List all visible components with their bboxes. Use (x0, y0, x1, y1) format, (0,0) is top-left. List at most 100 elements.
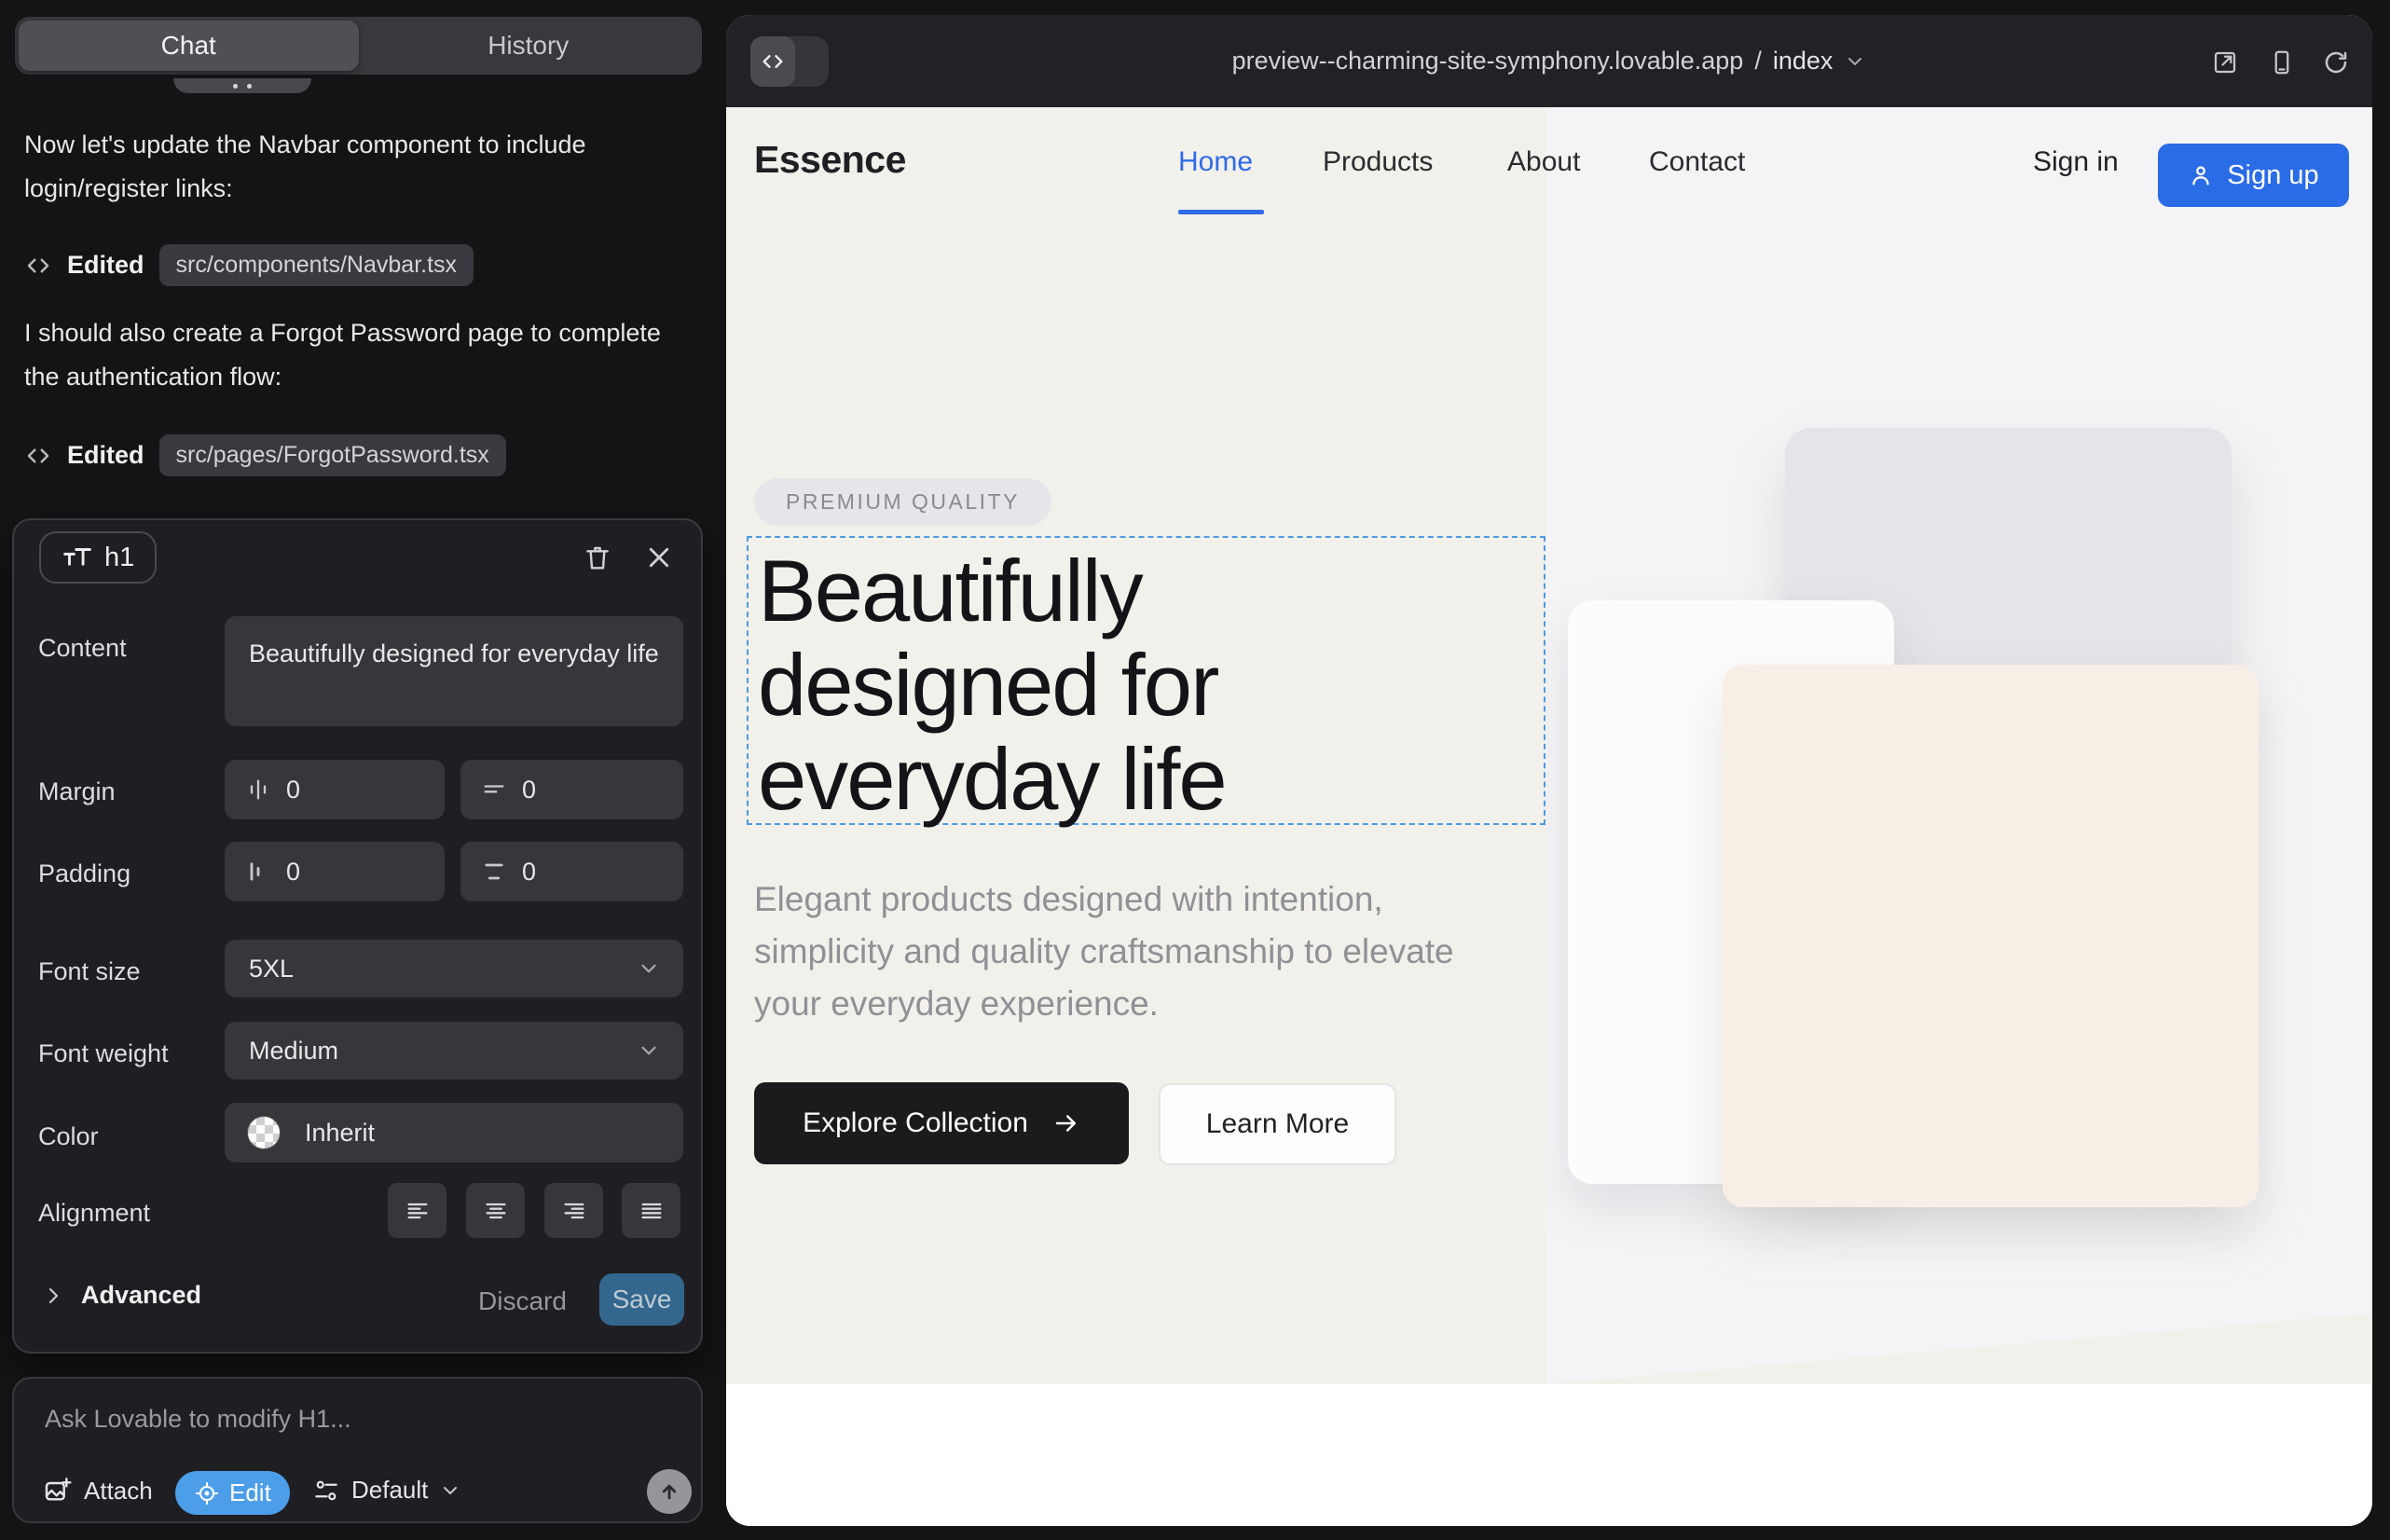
send-button[interactable] (647, 1469, 692, 1514)
learn-more-button[interactable]: Learn More (1159, 1083, 1396, 1165)
font-weight-select[interactable]: Medium (225, 1022, 683, 1079)
alignment-label: Alignment (38, 1199, 150, 1228)
edit-mode-button[interactable]: Edit (175, 1471, 290, 1515)
preview-topbar: preview--charming-site-symphony.lovable.… (726, 15, 2372, 107)
close-panel-button[interactable] (642, 541, 676, 574)
padding-label: Padding (38, 859, 130, 888)
color-swatch-transparent (247, 1116, 281, 1149)
refresh-button[interactable] (2322, 48, 2350, 76)
mobile-view-button[interactable] (2268, 48, 2296, 76)
sliders-icon (312, 1477, 340, 1505)
open-external-button[interactable] (2211, 48, 2239, 76)
url-separator: / (1754, 47, 1762, 76)
margin-vertical-icon (481, 777, 507, 803)
color-picker-field[interactable]: Inherit (225, 1103, 683, 1162)
dot-icon (233, 84, 238, 89)
preview-panel: preview--charming-site-symphony.lovable.… (726, 15, 2372, 1526)
dot-icon (247, 84, 252, 89)
align-right-button[interactable] (544, 1183, 603, 1238)
nav-link-about[interactable]: About (1507, 146, 1580, 178)
decor-diagonal-wedge (1545, 1313, 2372, 1384)
padding-horizontal-icon (245, 859, 271, 885)
hero-heading-line: designed for (758, 638, 1226, 732)
font-weight-label: Font weight (38, 1039, 169, 1068)
nav-link-home[interactable]: Home (1178, 146, 1253, 178)
element-editor-panel: h1 Content Beautifully designed for ever… (12, 518, 703, 1354)
mode-select[interactable]: Default (312, 1476, 461, 1505)
edited-label: Edited (67, 251, 144, 280)
preview-url: preview--charming-site-symphony.lovable.… (1232, 47, 1744, 76)
hero-right-background (1545, 107, 2372, 1384)
chevron-down-icon (637, 956, 661, 981)
margin-vertical-input[interactable]: 0 (460, 760, 683, 819)
sidebar-tabbar: Chat History (15, 17, 702, 75)
align-left-button[interactable] (388, 1183, 446, 1238)
attach-label: Attach (84, 1477, 153, 1506)
margin-label: Margin (38, 777, 116, 806)
code-icon (24, 252, 52, 280)
edited-label: Edited (67, 441, 144, 470)
hero-heading-line: Beautifully (758, 543, 1226, 638)
chat-sidebar: Chat History Now let's update the Navbar… (0, 0, 726, 1540)
sign-up-label: Sign up (2227, 160, 2318, 191)
color-value: Inherit (305, 1119, 375, 1148)
file-edit-row[interactable]: Edited src/components/Navbar.tsx (24, 244, 474, 286)
margin-horizontal-input[interactable]: 0 (225, 760, 445, 819)
margin-vertical-value: 0 (522, 776, 536, 804)
explore-collection-label: Explore Collection (803, 1107, 1028, 1139)
text-type-icon (62, 543, 93, 571)
margin-horizontal-icon (245, 777, 271, 803)
chevron-down-icon (1844, 50, 1866, 73)
hero-heading[interactable]: Beautifully designed for everyday life (758, 543, 1226, 826)
font-size-select[interactable]: 5XL (225, 940, 683, 997)
scrolled-message-pill (173, 78, 311, 93)
padding-vertical-input[interactable]: 0 (460, 842, 683, 901)
align-justify-button[interactable] (622, 1183, 680, 1238)
selected-element-tag[interactable]: h1 (39, 531, 157, 584)
edited-file-badge[interactable]: src/pages/ForgotPassword.tsx (159, 434, 506, 476)
font-weight-value: Medium (249, 1037, 338, 1066)
edited-file-badge[interactable]: src/components/Navbar.tsx (159, 244, 474, 286)
chat-message: Now let's update the Navbar component to… (24, 123, 667, 211)
hero-paragraph: Elegant products designed with intention… (754, 873, 1528, 1030)
nav-link-contact[interactable]: Contact (1649, 146, 1745, 178)
advanced-label: Advanced (81, 1281, 201, 1310)
composer-input[interactable]: Ask Lovable to modify H1... (45, 1405, 351, 1434)
site-logo[interactable]: Essence (754, 138, 906, 182)
align-center-button[interactable] (466, 1183, 525, 1238)
padding-horizontal-input[interactable]: 0 (225, 842, 445, 901)
sign-up-button[interactable]: Sign up (2158, 144, 2349, 207)
edit-label: Edit (229, 1478, 271, 1507)
padding-vertical-value: 0 (522, 858, 536, 887)
save-button[interactable]: Save (599, 1273, 684, 1326)
chevron-down-icon (637, 1038, 661, 1063)
attach-button[interactable]: Attach (43, 1476, 153, 1506)
file-edit-row[interactable]: Edited src/pages/ForgotPassword.tsx (24, 434, 506, 476)
tab-history[interactable]: History (359, 21, 699, 71)
mode-label: Default (351, 1476, 428, 1505)
discard-button[interactable]: Discard (478, 1286, 567, 1316)
chevron-down-icon (439, 1479, 461, 1502)
target-icon (194, 1480, 220, 1506)
content-input[interactable]: Beautifully designed for everyday life (225, 616, 683, 726)
user-icon (2188, 162, 2214, 188)
attach-image-icon (43, 1476, 73, 1506)
code-icon (24, 442, 52, 470)
delete-element-button[interactable] (581, 541, 614, 574)
sign-in-link[interactable]: Sign in (2033, 146, 2119, 178)
content-label: Content (38, 634, 127, 663)
decor-cream-card (1723, 665, 2259, 1207)
nav-link-products[interactable]: Products (1323, 146, 1433, 178)
preview-page: index (1773, 47, 1834, 76)
margin-horizontal-value: 0 (286, 776, 300, 804)
explore-collection-button[interactable]: Explore Collection (754, 1082, 1129, 1164)
color-label: Color (38, 1122, 99, 1151)
arrow-right-icon (1052, 1109, 1080, 1137)
advanced-toggle[interactable]: Advanced (42, 1281, 201, 1310)
tab-chat[interactable]: Chat (19, 21, 359, 71)
padding-horizontal-value: 0 (286, 858, 300, 887)
preview-url-bar[interactable]: preview--charming-site-symphony.lovable.… (726, 15, 2372, 107)
padding-vertical-icon (481, 859, 507, 885)
chat-message: I should also create a Forgot Password p… (24, 311, 667, 399)
chat-composer[interactable]: Ask Lovable to modify H1... Attach Edit … (12, 1377, 703, 1523)
